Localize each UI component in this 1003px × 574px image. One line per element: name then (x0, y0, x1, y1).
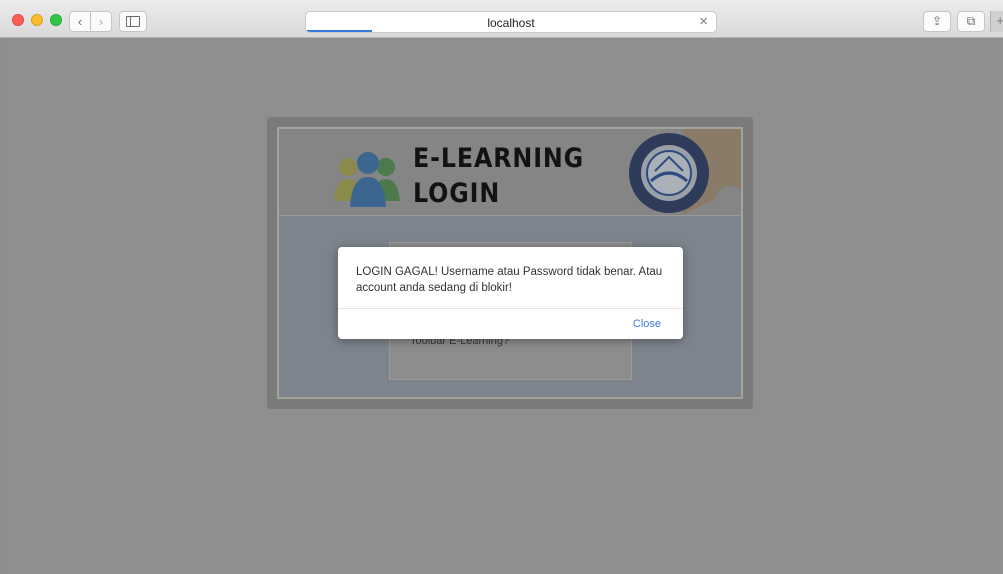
users-icon (334, 152, 400, 207)
new-tab-button[interactable]: + (990, 11, 1003, 32)
tab-overview-button[interactable]: ⧉ (957, 11, 985, 32)
stop-loading-icon[interactable]: × (699, 13, 708, 30)
dialog-close-button[interactable]: Close (633, 318, 661, 330)
page-title-line2: LOGIN (413, 178, 501, 209)
login-header: E-LEARNING LOGIN (279, 129, 741, 216)
login-failed-dialog: LOGIN GAGAL! Username atau Password tida… (338, 247, 683, 339)
page-title-line1: E-LEARNING (413, 143, 585, 174)
browser-toolbar: ‹ › localhost × ⇪ ⧉ + (0, 0, 1003, 38)
school-logo (629, 129, 741, 215)
share-button[interactable]: ⇪ (923, 11, 951, 32)
back-button[interactable]: ‹ (69, 11, 91, 32)
close-window-button[interactable] (12, 14, 24, 26)
chevron-left-icon: ‹ (77, 14, 83, 29)
minimize-window-button[interactable] (31, 14, 43, 26)
zoom-window-button[interactable] (50, 14, 62, 26)
address-text: localhost (487, 16, 535, 30)
dialog-message: LOGIN GAGAL! Username atau Password tida… (356, 266, 663, 294)
forward-button[interactable]: › (90, 11, 112, 32)
sidebar-toggle-button[interactable] (119, 11, 147, 32)
page-load-progress-bar (306, 30, 372, 32)
address-bar[interactable]: localhost × (305, 11, 717, 33)
dialog-divider (338, 308, 683, 309)
sidebar-icon (126, 16, 140, 27)
tabs-icon: ⧉ (966, 14, 976, 28)
share-icon: ⇪ (931, 14, 943, 28)
plus-icon: + (996, 13, 1003, 28)
chevron-right-icon: › (98, 14, 104, 29)
